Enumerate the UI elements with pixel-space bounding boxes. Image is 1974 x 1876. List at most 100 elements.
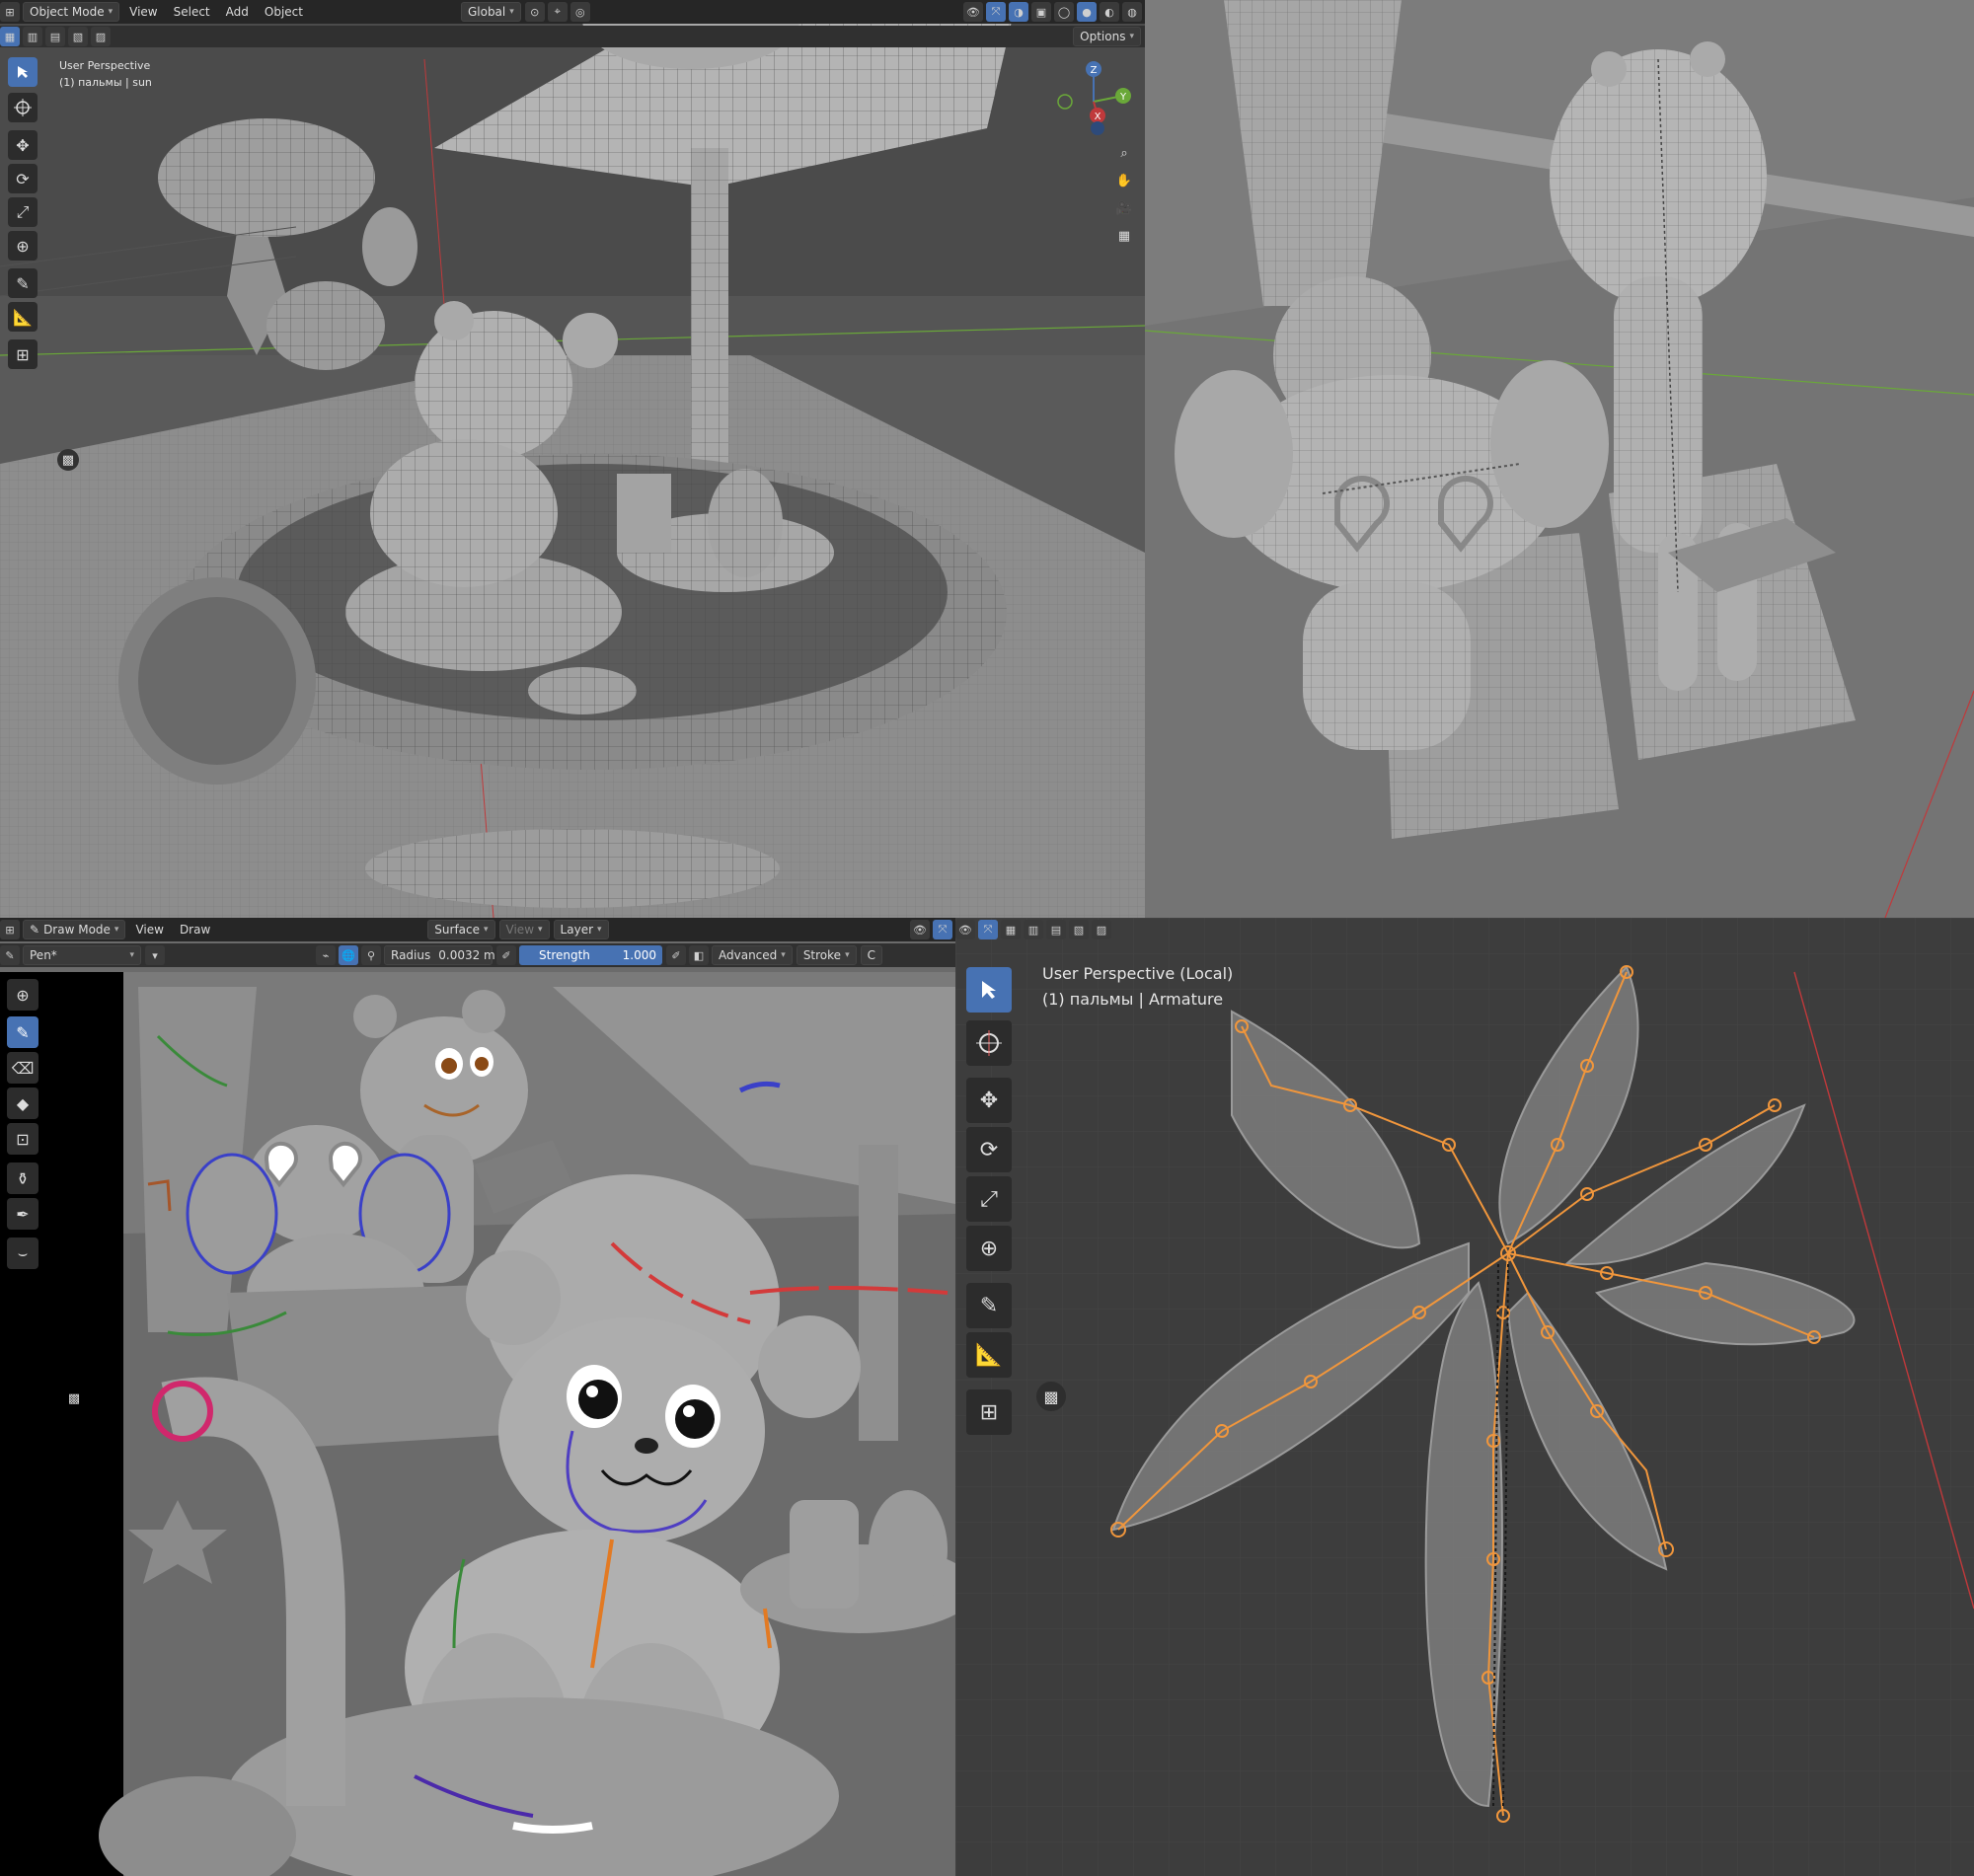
shading-wire-icon[interactable]: ◯: [1054, 2, 1074, 22]
cursor-tool[interactable]: [8, 93, 38, 122]
checker-icon[interactable]: ▩: [63, 1388, 85, 1409]
menu-draw[interactable]: Draw: [174, 920, 216, 939]
overlay-toggle-icon[interactable]: ◑: [1009, 2, 1028, 22]
shading-solid-icon[interactable]: ●: [1077, 2, 1097, 22]
rotate-tool[interactable]: ⟳: [8, 164, 38, 193]
pivot-icon[interactable]: ⊙: [524, 2, 545, 22]
menu-view[interactable]: View: [123, 2, 163, 22]
shading-render-icon[interactable]: ◍: [1122, 2, 1142, 22]
transform-tool[interactable]: ⊕: [966, 1226, 1012, 1271]
select-mode-extend-icon[interactable]: ▥: [23, 27, 42, 46]
zoom-icon[interactable]: ⌕: [1113, 142, 1135, 164]
brush-menu-icon[interactable]: ▾: [145, 945, 165, 965]
editor-type-icon[interactable]: ⊞: [0, 920, 20, 939]
editor-type-icon[interactable]: ⊞: [0, 2, 20, 22]
add-cube-tool[interactable]: ⊞: [8, 339, 38, 369]
sub-header-bar: ▦ ▥ ▤ ▧ ▨ Options: [0, 26, 1145, 47]
gizmo-x-label: X: [1095, 112, 1101, 122]
view-label: View: [505, 923, 535, 937]
annotate-tool[interactable]: ✎: [8, 268, 38, 298]
eyedropper-tool[interactable]: ✒: [7, 1198, 38, 1230]
select-box-tool[interactable]: [8, 57, 38, 87]
tint-tool[interactable]: ⚱: [7, 1163, 38, 1194]
select-mode-intersect-icon[interactable]: ▨: [91, 27, 111, 46]
measure-tool[interactable]: 📐: [966, 1332, 1012, 1378]
orientation-dropdown[interactable]: Global: [460, 2, 521, 22]
menu-add[interactable]: Add: [220, 2, 255, 22]
gizmo-toggle-icon[interactable]: ⤧: [986, 2, 1006, 22]
gizmo-toggle-icon[interactable]: ⤧: [978, 920, 998, 939]
visibility-icon[interactable]: 👁: [963, 2, 983, 22]
camera-icon[interactable]: 🎥: [1113, 197, 1135, 219]
curve-tool[interactable]: ⌣: [7, 1238, 38, 1269]
checker-icon[interactable]: ▩: [1036, 1382, 1066, 1411]
scale-tool[interactable]: ⤢: [966, 1176, 1012, 1222]
view-dropdown[interactable]: View: [498, 920, 550, 939]
color-mode-icon[interactable]: ◧: [689, 945, 709, 965]
select-mode-extend-icon[interactable]: ▥: [1024, 920, 1043, 939]
viewport-draw-mode[interactable]: ⊞ ✎ Draw Mode View Draw Surface View Lay…: [0, 918, 955, 1876]
scale-icon: ⤢: [16, 202, 30, 221]
ortho-grid-icon[interactable]: ▦: [1113, 225, 1135, 247]
annotate-tool[interactable]: ✎: [966, 1283, 1012, 1328]
select-mode-intersect-icon[interactable]: ▨: [1092, 920, 1111, 939]
xray-icon[interactable]: ▣: [1031, 2, 1051, 22]
strength-field[interactable]: Strength 1.000: [519, 945, 662, 965]
select-mode-subtract-icon[interactable]: ▤: [45, 27, 65, 46]
draw-tool[interactable]: ✎: [7, 1016, 38, 1048]
select-mode-invert-icon[interactable]: ▧: [68, 27, 88, 46]
world-icon[interactable]: 🌐: [339, 945, 358, 965]
brush-icon: ✎: [16, 1022, 30, 1042]
visibility-icon[interactable]: 👁: [955, 920, 975, 939]
proportional-edit-icon[interactable]: ◎: [569, 2, 590, 22]
select-mode-new-icon[interactable]: ▦: [1001, 920, 1021, 939]
placement-dropdown[interactable]: Surface: [427, 920, 495, 939]
cutter-tool[interactable]: ⊡: [7, 1123, 38, 1155]
rotate-tool[interactable]: ⟳: [966, 1127, 1012, 1172]
visibility-icon[interactable]: 👁: [910, 920, 930, 939]
stroke-dropdown[interactable]: Stroke: [796, 945, 857, 965]
navigation-gizmo[interactable]: Z Y X: [1046, 54, 1140, 148]
viewport-closeup[interactable]: [1145, 0, 1974, 918]
brush-icon[interactable]: ✎: [0, 945, 20, 965]
stabilize-icon[interactable]: ⌁: [316, 945, 336, 965]
measure-tool[interactable]: 📐: [8, 302, 38, 332]
header-bar: ⊞ ✎ Draw Mode View Draw Surface View Lay…: [0, 918, 955, 941]
viewport-object-mode[interactable]: ⊞ Object Mode View Select Add Object Glo…: [0, 0, 1145, 918]
select-mode-invert-icon[interactable]: ▧: [1069, 920, 1089, 939]
viewport-armature[interactable]: 👁 ⤧ ▦ ▥ ▤ ▧ ▨ User Perspective (Local) (…: [955, 918, 1974, 1876]
scale-tool[interactable]: ⤢: [8, 197, 38, 227]
layer-dropdown[interactable]: Layer: [553, 920, 609, 939]
menu-view[interactable]: View: [129, 920, 169, 939]
gizmo-toggle-icon[interactable]: ⤧: [933, 920, 952, 939]
checker-icon[interactable]: ▩: [57, 449, 79, 471]
cut-button[interactable]: C: [860, 945, 882, 965]
cursor-tool[interactable]: [966, 1020, 1012, 1066]
erase-tool[interactable]: ⌫: [7, 1052, 38, 1084]
transform-icon: ⊕: [979, 1236, 999, 1261]
shading-material-icon[interactable]: ◐: [1100, 2, 1119, 22]
select-mode-subtract-icon[interactable]: ▤: [1046, 920, 1066, 939]
mode-dropdown[interactable]: Object Mode: [23, 2, 120, 22]
pin-icon[interactable]: ⚲: [361, 945, 381, 965]
advanced-dropdown[interactable]: Advanced: [712, 945, 793, 965]
cursor-tool[interactable]: ⊕: [7, 979, 38, 1011]
pan-hand-icon[interactable]: ✋: [1113, 170, 1135, 191]
move-tool[interactable]: ✥: [966, 1078, 1012, 1123]
options-dropdown[interactable]: Options: [1073, 27, 1141, 46]
add-cube-tool[interactable]: ⊞: [966, 1389, 1012, 1435]
select-mode-new-icon[interactable]: ▦: [0, 27, 20, 46]
transform-tool[interactable]: ⊕: [8, 231, 38, 261]
brush-dropdown[interactable]: Pen*: [23, 945, 141, 965]
menu-object[interactable]: Object: [259, 2, 309, 22]
menu-select[interactable]: Select: [168, 2, 216, 22]
snap-icon[interactable]: ⌖: [547, 2, 568, 22]
pressure-icon[interactable]: ✐: [496, 945, 516, 965]
move-tool[interactable]: ✥: [8, 130, 38, 160]
select-box-tool[interactable]: [966, 967, 1012, 1013]
strength-pressure-icon[interactable]: ✐: [666, 945, 686, 965]
ruler-icon: 📐: [13, 307, 33, 327]
mode-dropdown[interactable]: ✎ Draw Mode: [23, 920, 126, 939]
fill-tool[interactable]: ◆: [7, 1088, 38, 1119]
radius-field[interactable]: Radius 0.0032 m: [384, 945, 495, 965]
